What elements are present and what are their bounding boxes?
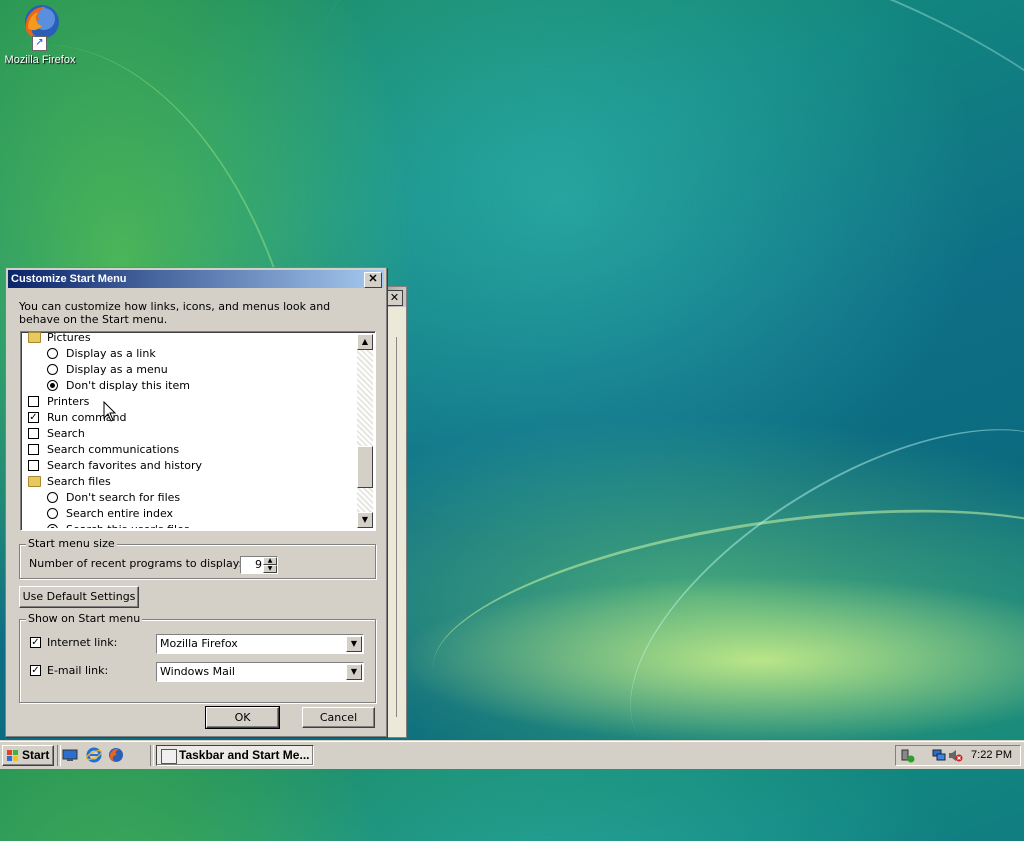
option-checkbox[interactable]: ✓: [28, 412, 39, 423]
list-item[interactable]: Don't display this item: [23, 378, 357, 394]
list-item[interactable]: Search files: [23, 474, 357, 490]
start-button[interactable]: Start: [2, 745, 54, 766]
email-link-label: E-mail link:: [47, 664, 109, 677]
list-scrollbar[interactable]: ▲ ▼: [357, 334, 373, 528]
list-item-label: Display as a link: [66, 347, 156, 360]
shortcut-arrow-icon: ↗: [32, 36, 47, 51]
internet-link-select[interactable]: Mozilla Firefox ▼: [156, 634, 364, 654]
system-tray: 7:22 PM: [895, 745, 1021, 766]
firefox-icon[interactable]: [108, 747, 124, 763]
list-item[interactable]: Search: [23, 426, 357, 442]
start-menu-options-list[interactable]: Pictures Display as a link Display as a me…: [20, 331, 376, 531]
desktop-icon-label: Mozilla Firefox: [4, 54, 76, 66]
customize-start-menu-dialog: Customize Start Menu ✕ You can customize…: [5, 267, 387, 737]
email-link-select[interactable]: Windows Mail ▼: [156, 662, 364, 682]
desktop-icon-firefox[interactable]: ↗ Mozilla Firefox: [4, 2, 76, 66]
option-radio[interactable]: [47, 524, 58, 528]
list-item[interactable]: Don't search for files: [23, 490, 357, 506]
close-button[interactable]: ✕: [364, 272, 382, 288]
list-item-label: Display as a menu: [66, 363, 168, 376]
option-checkbox[interactable]: [28, 396, 39, 407]
option-checkbox[interactable]: [28, 460, 39, 471]
list-item[interactable]: Search favorites and history: [23, 458, 357, 474]
recent-programs-label: Number of recent programs to display:: [29, 557, 243, 570]
start-label: Start: [22, 748, 50, 762]
option-radio[interactable]: [47, 364, 58, 375]
list-item-label: Search favorites and history: [47, 459, 203, 472]
list-item[interactable]: Pictures: [23, 331, 357, 346]
option-checkbox[interactable]: [28, 428, 39, 439]
group-label: Show on Start menu: [26, 612, 143, 626]
dialog-title: Customize Start Menu: [11, 273, 127, 285]
safely-remove-hardware-icon[interactable]: [900, 748, 915, 763]
windows-logo-icon: [7, 750, 19, 762]
recent-programs-stepper[interactable]: 9 ▲ ▼: [240, 556, 278, 574]
list-item-label: Search: [47, 427, 85, 440]
firefox-icon: ↗: [20, 2, 60, 51]
internet-link-label: Internet link:: [47, 636, 118, 649]
list-item-label: Search entire index: [66, 507, 174, 520]
list-item[interactable]: Search this user's files: [23, 522, 357, 528]
list-item[interactable]: Display as a link: [23, 346, 357, 362]
background-dialog-edge: [388, 337, 397, 717]
group-label: Start menu size: [26, 537, 117, 551]
list-item[interactable]: Search entire index: [23, 506, 357, 522]
list-item-label: Search communications: [47, 443, 180, 456]
list-item-label: Search this user's files: [66, 522, 190, 528]
list-item[interactable]: Printers: [23, 394, 357, 410]
chevron-down-icon[interactable]: ▼: [346, 636, 362, 652]
list-item[interactable]: ✓ Run command: [23, 410, 357, 426]
stepper-down-button[interactable]: ▼: [263, 565, 277, 573]
taskbar-separator: [57, 745, 61, 766]
taskbar-separator: [150, 745, 154, 766]
list-item-label: Don't search for files: [66, 491, 181, 504]
background-dialog-close-button[interactable]: ✕: [386, 290, 403, 306]
start-menu-size-group: Start menu size Number of recent program…: [19, 537, 376, 579]
show-on-start-menu-group: Show on Start menu ✓ Internet link: Mozi…: [19, 612, 376, 703]
scroll-down-button[interactable]: ▼: [357, 512, 373, 528]
task-label: Taskbar and Start Me...: [179, 748, 310, 762]
email-link-value: Windows Mail: [160, 665, 235, 678]
list-item-label: Don't display this item: [66, 379, 190, 392]
stepper-up-button[interactable]: ▲: [263, 557, 277, 565]
list-item-label: Pictures: [47, 331, 91, 344]
taskbar: Start Taskbar and Start Me... 7:22 PM: [0, 741, 1024, 769]
option-radio[interactable]: [47, 508, 58, 519]
email-link-checkbox[interactable]: ✓: [30, 665, 41, 676]
recent-programs-value[interactable]: 9: [241, 557, 262, 573]
chevron-down-icon[interactable]: ▼: [346, 664, 362, 680]
scroll-thumb[interactable]: [357, 446, 373, 488]
close-icon: ✕: [368, 273, 378, 285]
folder-icon: [28, 476, 41, 487]
list-item-label: Printers: [47, 395, 90, 408]
option-checkbox[interactable]: [28, 444, 39, 455]
internet-link-value: Mozilla Firefox: [160, 637, 238, 650]
ok-button[interactable]: OK: [205, 706, 280, 729]
taskbar-task-customize-start-menu[interactable]: Taskbar and Start Me...: [156, 745, 314, 766]
use-default-settings-button[interactable]: Use Default Settings: [19, 586, 139, 608]
network-disconnected-icon[interactable]: [932, 748, 947, 763]
cancel-button[interactable]: Cancel: [302, 707, 375, 728]
volume-muted-icon[interactable]: [948, 748, 963, 763]
show-desktop-icon[interactable]: [62, 747, 78, 763]
folder-icon: [28, 332, 41, 343]
list-item-label: Search files: [47, 475, 111, 488]
dialog-titlebar[interactable]: Customize Start Menu ✕: [8, 270, 384, 288]
clock[interactable]: 7:22 PM: [971, 746, 1012, 765]
option-radio[interactable]: [47, 380, 58, 391]
option-radio[interactable]: [47, 492, 58, 503]
scroll-up-button[interactable]: ▲: [357, 334, 373, 350]
option-radio[interactable]: [47, 348, 58, 359]
taskbar-properties-icon: [161, 749, 177, 764]
list-item[interactable]: Display as a menu: [23, 362, 357, 378]
options-list-items: Pictures Display as a link Display as a me…: [23, 331, 357, 528]
internet-link-checkbox[interactable]: ✓: [30, 637, 41, 648]
wallpaper-streak: [419, 472, 1024, 771]
list-item[interactable]: Search communications: [23, 442, 357, 458]
dialog-description: You can customize how links, icons, and …: [19, 300, 331, 326]
internet-explorer-icon[interactable]: [86, 747, 102, 763]
mouse-pointer-icon: [103, 401, 117, 422]
